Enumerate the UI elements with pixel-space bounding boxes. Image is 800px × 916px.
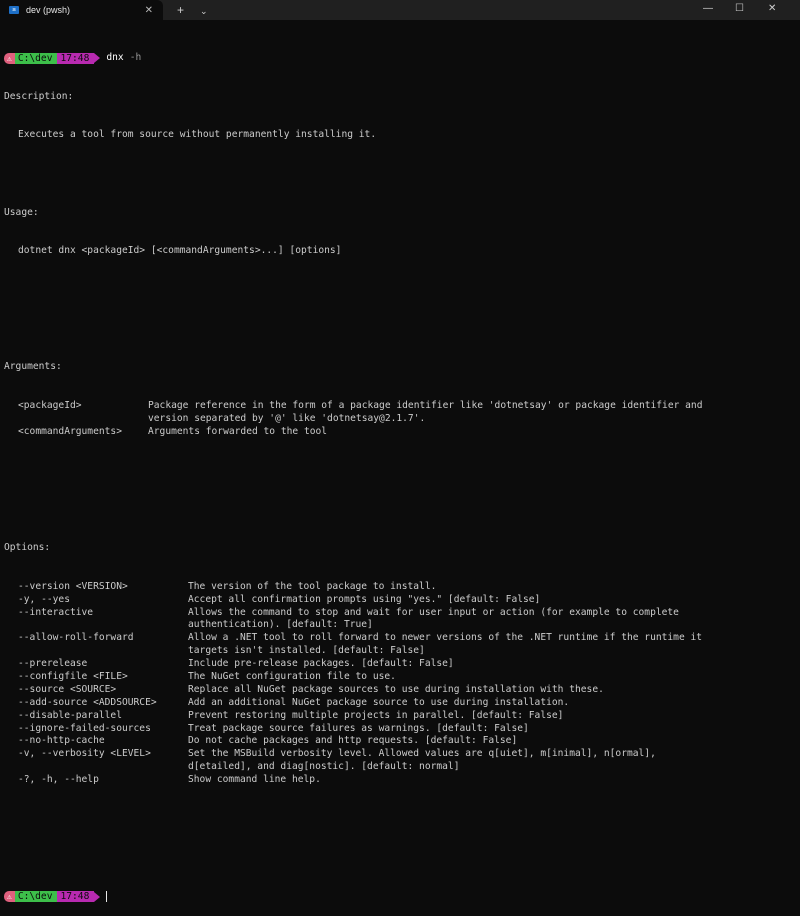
option-row: -?, -h, --help Show command line help. bbox=[4, 774, 796, 787]
argument-row-name: <commandArguments> bbox=[18, 425, 122, 437]
path-segment: C:\dev bbox=[14, 52, 58, 64]
option-row-description: Do not cache packages and http requests.… bbox=[188, 735, 518, 747]
option-row-name: --configfile <FILE> bbox=[18, 670, 128, 682]
argument-row-name: <packageId> bbox=[18, 400, 82, 412]
option-row-description: Add an additional NuGet package source t… bbox=[188, 696, 570, 708]
option-row: --prerelease Include pre-release packages… bbox=[4, 658, 796, 671]
text-cursor[interactable] bbox=[106, 891, 108, 903]
options-list: --version <VERSION> The version of the to… bbox=[4, 581, 796, 787]
option-row-description: Include pre-release packages. [default: … bbox=[188, 658, 454, 670]
option-row-name: -v, --verbosity <LEVEL> bbox=[18, 748, 151, 760]
tab-close-icon[interactable]: ✕ bbox=[145, 5, 153, 16]
option-row-description: Show command line help. bbox=[188, 774, 321, 786]
option-row-description: Prevent restoring multiple projects in p… bbox=[188, 709, 564, 721]
option-row-description-continued: targets isn't installed. [default: False… bbox=[188, 645, 425, 657]
option-row-name: --disable-parallel bbox=[18, 709, 122, 721]
option-row-name: --interactive bbox=[18, 606, 94, 618]
powershell-icon: ≥ bbox=[9, 6, 19, 14]
option-row-name: --allow-roll-forward bbox=[18, 632, 134, 644]
minimize-button[interactable]: — bbox=[703, 3, 713, 14]
option-row: -y, --yes Accept all confirmation prompts… bbox=[4, 594, 796, 607]
usage-header: Usage: bbox=[4, 206, 39, 218]
option-row: --add-source <ADDSOURCE> Add an additiona… bbox=[4, 697, 796, 710]
user-segment: ⚠ bbox=[4, 891, 15, 903]
option-row-description: The version of the tool package to insta… bbox=[188, 580, 437, 592]
option-row-description: Treat package source failures as warning… bbox=[188, 722, 529, 734]
argument-row-description: Arguments forwarded to the tool bbox=[148, 425, 328, 437]
option-row-description: The NuGet configuration file to use. bbox=[188, 670, 396, 682]
time-segment: 17:48 bbox=[57, 52, 95, 64]
command-flag: -h bbox=[129, 51, 142, 63]
option-row-description-continued: authentication). [default: True] bbox=[188, 619, 373, 631]
title-bar: ≥ dev (pwsh) ✕ + ⌄ — ☐ ✕ bbox=[0, 0, 800, 20]
tab-dev-pwsh[interactable]: ≥ dev (pwsh) ✕ bbox=[0, 0, 163, 20]
option-row-name: --add-source <ADDSOURCE> bbox=[18, 696, 157, 708]
option-row: --allow-roll-forward Allow a .NET tool to… bbox=[4, 632, 796, 645]
options-header: Options: bbox=[4, 542, 51, 554]
option-row-name: -?, -h, --help bbox=[18, 774, 99, 786]
prompt-arrow bbox=[94, 53, 101, 64]
argument-row-description-continued: version separated by '@' like 'dotnetsay… bbox=[148, 413, 426, 425]
prompt-arrow bbox=[94, 891, 101, 902]
option-row: --source <SOURCE> Replace all NuGet packa… bbox=[4, 684, 796, 697]
usage-text: dotnet dnx <packageId> [<commandArgument… bbox=[18, 245, 342, 257]
maximize-button[interactable]: ☐ bbox=[735, 3, 744, 14]
option-row-description: Allow a .NET tool to roll forward to new… bbox=[188, 632, 703, 644]
option-row: --interactive Allows the command to stop … bbox=[4, 607, 796, 620]
tab-title: dev (pwsh) bbox=[26, 5, 71, 15]
command-text: dnx bbox=[106, 51, 124, 63]
option-row-description: Set the MSBuild verbosity level. Allowed… bbox=[188, 748, 656, 760]
option-row: --ignore-failed-sources Treat package sou… bbox=[4, 723, 796, 736]
path-segment: C:\dev bbox=[14, 891, 58, 903]
description-header: Description: bbox=[4, 90, 74, 102]
option-row-name: --prerelease bbox=[18, 658, 88, 670]
option-row-name: --ignore-failed-sources bbox=[18, 722, 151, 734]
option-row: --disable-parallel Prevent restoring mult… bbox=[4, 710, 796, 723]
terminal-output[interactable]: ⚠ C:\dev 17:48 dnx -h Description: Execu… bbox=[4, 26, 796, 916]
option-row-name: --no-http-cache bbox=[18, 735, 105, 747]
option-row-description-continued: d[etailed], and diag[nostic]. [default: … bbox=[188, 761, 460, 773]
description-text: Executes a tool from source without perm… bbox=[18, 129, 377, 141]
option-row-description: Replace all NuGet package sources to use… bbox=[188, 683, 604, 695]
prompt-line: ⚠ C:\dev 17:48 bbox=[4, 890, 796, 903]
option-row: -v, --verbosity <LEVEL> Set the MSBuild v… bbox=[4, 748, 796, 761]
time-segment: 17:48 bbox=[57, 891, 95, 903]
arguments-list: <packageId> Package reference in the form… bbox=[4, 400, 796, 439]
chevron-down-icon[interactable]: ⌄ bbox=[200, 4, 208, 18]
option-row: --no-http-cache Do not cache packages and… bbox=[4, 735, 796, 748]
option-row: --configfile <FILE> The NuGet configurati… bbox=[4, 671, 796, 684]
prompt-line: ⚠ C:\dev 17:48 dnx -h bbox=[4, 52, 796, 65]
argument-row-description: Package reference in the form of a packa… bbox=[148, 400, 703, 412]
user-segment: ⚠ bbox=[4, 52, 15, 64]
close-button[interactable]: ✕ bbox=[768, 3, 776, 14]
new-tab-button[interactable]: + bbox=[177, 3, 184, 17]
option-row-name: --version <VERSION> bbox=[18, 580, 128, 592]
option-row-name: -y, --yes bbox=[18, 593, 70, 605]
option-row-description: Allows the command to stop and wait for … bbox=[188, 606, 679, 618]
arguments-header: Arguments: bbox=[4, 361, 62, 373]
argument-row: <packageId> Package reference in the form… bbox=[4, 400, 796, 413]
option-row-description: Accept all confirmation prompts using "y… bbox=[188, 593, 541, 605]
option-row: --version <VERSION> The version of the to… bbox=[4, 581, 796, 594]
argument-row: <commandArguments> Arguments forwarded to… bbox=[4, 426, 796, 439]
option-row-name: --source <SOURCE> bbox=[18, 683, 117, 695]
